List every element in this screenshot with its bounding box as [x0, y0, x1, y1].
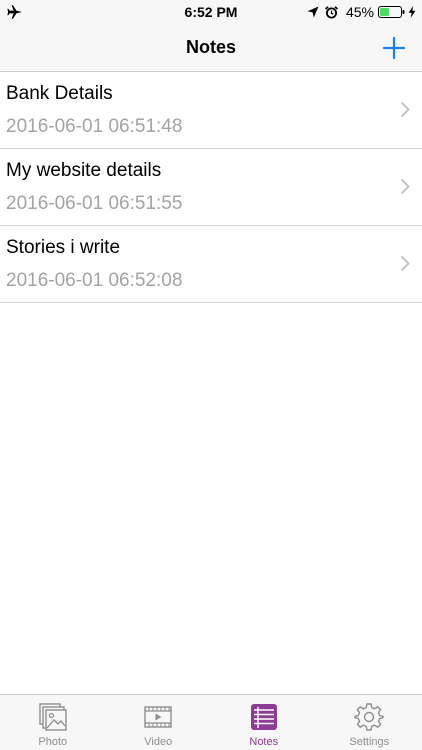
battery-percent: 45%: [345, 4, 374, 20]
note-title: My website details: [6, 160, 162, 181]
status-bar: 6:52 PM 45%: [0, 0, 422, 26]
notes-list: Bank Details 2016-06-01 06:51:48 My webs…: [0, 72, 422, 303]
gear-icon: [354, 703, 384, 731]
note-date: 2016-06-01 06:51:48: [6, 116, 183, 137]
status-right-group: 45%: [307, 4, 416, 20]
battery-icon: [378, 6, 405, 18]
tab-video[interactable]: Video: [106, 695, 212, 750]
note-row-my-website-details[interactable]: My website details 2016-06-01 06:51:55: [0, 149, 422, 226]
tab-label: Video: [144, 736, 173, 748]
tab-label: Photo: [38, 736, 68, 748]
note-date: 2016-06-01 06:52:08: [6, 270, 183, 291]
chevron-right-icon: [400, 255, 410, 272]
tab-settings[interactable]: Settings: [317, 695, 422, 750]
film-icon: [144, 706, 172, 728]
chevron-right-icon: [400, 101, 410, 118]
location-arrow-icon: [307, 6, 319, 18]
chevron-right-icon: [400, 178, 410, 195]
note-row-bank-details[interactable]: Bank Details 2016-06-01 06:51:48: [0, 72, 422, 149]
note-date: 2016-06-01 06:51:55: [6, 193, 183, 214]
charging-bolt-icon: [408, 6, 416, 18]
tab-label: Settings: [349, 736, 390, 748]
note-title: Stories i write: [6, 237, 121, 258]
tab-photo[interactable]: Photo: [0, 695, 106, 750]
page-title: Notes: [185, 37, 236, 57]
tab-label: Notes: [249, 736, 279, 748]
add-note-button[interactable]: [380, 34, 408, 62]
plus-icon: [382, 36, 406, 60]
notes-list-icon: [250, 704, 277, 730]
tab-notes[interactable]: Notes: [211, 695, 317, 750]
note-title: Bank Details: [6, 83, 113, 104]
navigation-bar: Notes: [0, 26, 422, 72]
note-row-stories-i-write[interactable]: Stories i write 2016-06-01 06:52:08: [0, 226, 422, 303]
photo-stack-icon: [39, 703, 67, 731]
tab-bar: Photo Video Notes Settings: [0, 694, 422, 750]
alarm-clock-icon: [324, 5, 338, 18]
